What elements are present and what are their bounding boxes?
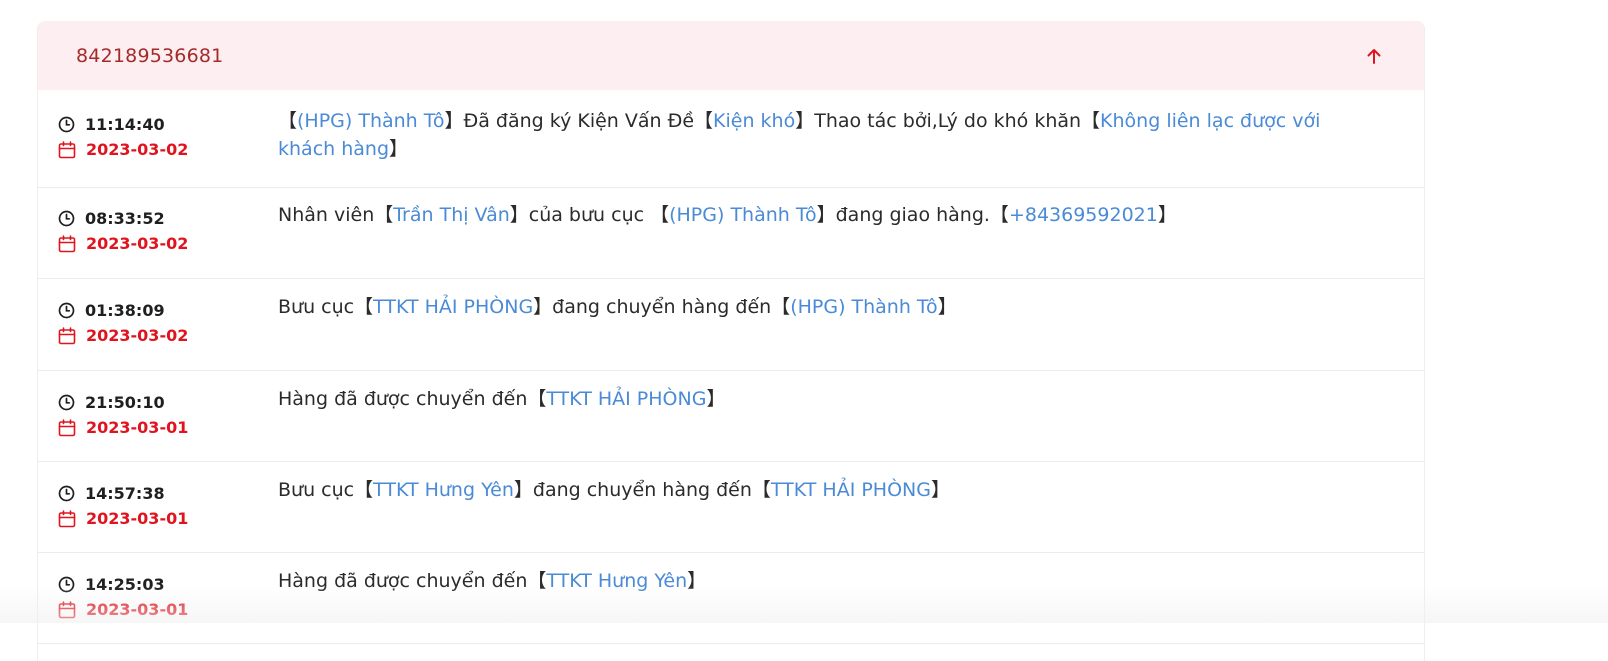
event-message-highlight: Kiện khó xyxy=(713,110,796,132)
event-message: Nhân viên【Trần Thị Vân】của bưu cục 【(HPG… xyxy=(278,201,1424,278)
event-message-text: Hàng đã được chuyển đến【 xyxy=(278,388,547,410)
event-message-highlight: TTKT Hưng Yên xyxy=(546,570,688,592)
event-row: 14:25:03 2023-03-01 Hàng đã được chuyển đế… xyxy=(38,553,1424,644)
event-message-highlight: TTKT HẢI PHÒNG xyxy=(770,479,931,501)
event-message-text: Bưu cục【 xyxy=(278,479,374,501)
event-message-highlight: (HPG) Thành Tô xyxy=(790,296,938,318)
calendar-icon xyxy=(58,418,76,436)
event-message-text: Hàng đã được chuyển đến【 xyxy=(278,570,547,592)
event-message: Bưu cục【TTKT HẢI PHÒNG】đang chuyển hàng … xyxy=(278,293,1424,370)
event-message-text: 】đang chuyển hàng đến【 xyxy=(513,479,771,501)
event-time-line: 08:33:52 xyxy=(58,206,278,231)
event-message-text: 【 xyxy=(278,110,298,132)
event-message-text: Bưu cục【 xyxy=(278,296,374,318)
event-date: 2023-03-02 xyxy=(86,234,189,253)
event-time: 01:38:09 xyxy=(85,301,165,320)
calendar-icon xyxy=(58,326,76,344)
event-timestamp: 08:33:52 2023-03-02 xyxy=(38,206,278,278)
event-time-line: 14:57:38 xyxy=(58,481,278,506)
event-row: 01:38:09 2023-03-02 Bưu cục【TTKT HẢI PHÒNG… xyxy=(38,279,1424,371)
event-message-text: 】 xyxy=(1157,204,1177,226)
event-message-highlight: TTKT HẢI PHÒNG xyxy=(373,296,534,318)
event-list: 11:14:40 2023-03-02 【(HPG) Thành Tô】Đã đăn… xyxy=(38,90,1424,644)
event-message-highlight: Trần Thị Vân xyxy=(393,204,510,226)
event-time: 11:14:40 xyxy=(85,115,165,134)
event-message-text: 】đang chuyển hàng đến【 xyxy=(533,296,791,318)
event-timestamp: 21:50:10 2023-03-01 xyxy=(38,390,278,461)
event-time: 21:50:10 xyxy=(85,393,165,412)
event-date-line: 2023-03-02 xyxy=(58,137,278,162)
tracking-number: 842189536681 xyxy=(76,44,224,67)
event-date: 2023-03-01 xyxy=(86,509,189,528)
event-message-text: Nhân viên【 xyxy=(278,204,394,226)
clock-icon xyxy=(58,210,75,227)
arrow-up-icon xyxy=(1367,48,1381,64)
event-message: Hàng đã được chuyển đến【TTKT HẢI PHÒNG】 xyxy=(278,385,1424,461)
event-time: 14:25:03 xyxy=(85,575,165,594)
event-time-line: 01:38:09 xyxy=(58,298,278,323)
event-date-line: 2023-03-02 xyxy=(58,323,278,348)
event-time-line: 21:50:10 xyxy=(58,390,278,415)
clock-icon xyxy=(58,576,75,593)
event-message-highlight: (HPG) Thành Tô xyxy=(669,204,817,226)
event-message-highlight: (HPG) Thành Tô xyxy=(297,110,445,132)
event-message-text: 】của bưu cục 【 xyxy=(509,204,670,226)
calendar-icon xyxy=(58,600,76,618)
event-row: 11:14:40 2023-03-02 【(HPG) Thành Tô】Đã đăn… xyxy=(38,90,1424,188)
event-message-text: 】 xyxy=(389,138,409,160)
event-date-line: 2023-03-01 xyxy=(58,597,278,622)
event-message-text: 】 xyxy=(937,296,957,318)
event-date-line: 2023-03-01 xyxy=(58,506,278,531)
event-message-text: 】Đã đăng ký Kiện Vấn Đề【 xyxy=(444,110,714,132)
event-date: 2023-03-01 xyxy=(86,418,189,437)
event-time: 14:57:38 xyxy=(85,484,165,503)
event-time-line: 11:14:40 xyxy=(58,112,278,137)
event-date: 2023-03-02 xyxy=(86,140,189,159)
event-timestamp: 01:38:09 2023-03-02 xyxy=(38,298,278,370)
event-timestamp: 14:57:38 2023-03-01 xyxy=(38,481,278,552)
event-message-text: 】đang giao hàng.【 xyxy=(816,204,1009,226)
event-message: Bưu cục【TTKT Hưng Yên】đang chuyển hàng đ… xyxy=(278,476,1424,552)
calendar-icon xyxy=(58,509,76,527)
event-time: 08:33:52 xyxy=(85,209,165,228)
event-message-highlight: +84369592021 xyxy=(1008,204,1158,226)
event-message-highlight: TTKT Hưng Yên xyxy=(373,479,514,501)
event-message-text: 】Thao tác bởi,Lý do khó khăn【 xyxy=(795,110,1101,132)
tracking-header[interactable]: 842189536681 xyxy=(38,21,1424,90)
event-row: 08:33:52 2023-03-02 Nhân viên【Trần Thị Vân… xyxy=(38,188,1424,279)
clock-icon xyxy=(58,394,75,411)
event-row: 21:50:10 2023-03-01 Hàng đã được chuyển đế… xyxy=(38,371,1424,462)
event-date-line: 2023-03-01 xyxy=(58,415,278,440)
event-message-text: 】 xyxy=(687,570,707,592)
event-message: 【(HPG) Thành Tô】Đã đăng ký Kiện Vấn Đề【K… xyxy=(278,107,1424,187)
calendar-icon xyxy=(58,140,76,158)
clock-icon xyxy=(58,116,75,133)
event-message-text: 】 xyxy=(706,388,726,410)
clock-icon xyxy=(58,485,75,502)
event-date: 2023-03-01 xyxy=(86,600,189,619)
calendar-icon xyxy=(58,234,76,252)
tracking-card: 842189536681 11:14:40 2023-03-02 【(HPG) Th… xyxy=(37,21,1425,661)
event-timestamp: 11:14:40 2023-03-02 xyxy=(38,112,278,187)
event-date-line: 2023-03-02 xyxy=(58,231,278,256)
event-message-highlight: TTKT HẢI PHÒNG xyxy=(546,388,707,410)
clock-icon xyxy=(58,302,75,319)
event-message: Hàng đã được chuyển đến【TTKT Hưng Yên】 xyxy=(278,567,1424,643)
collapse-button[interactable] xyxy=(1362,44,1386,68)
event-date: 2023-03-02 xyxy=(86,326,189,345)
event-timestamp: 14:25:03 2023-03-01 xyxy=(38,572,278,643)
event-row: 14:57:38 2023-03-01 Bưu cục【TTKT Hưng Yên】… xyxy=(38,462,1424,553)
event-time-line: 14:25:03 xyxy=(58,572,278,597)
event-message-text: 】 xyxy=(930,479,950,501)
